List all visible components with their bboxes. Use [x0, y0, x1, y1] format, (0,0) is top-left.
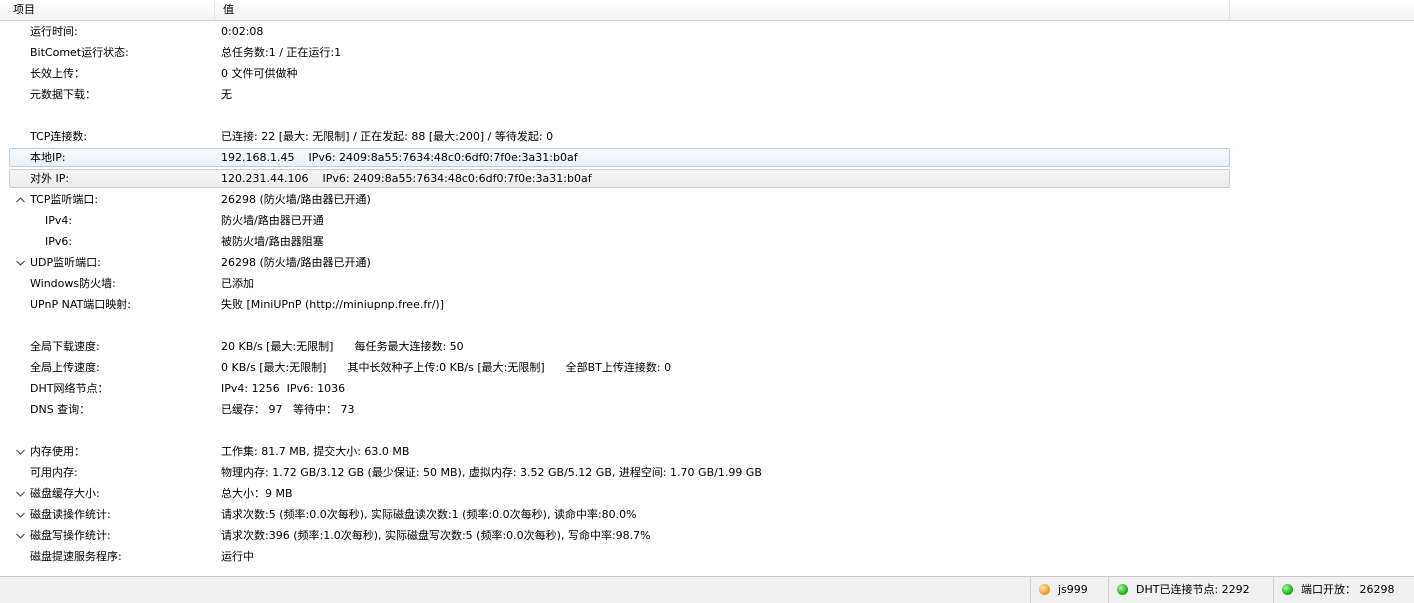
row-key: TCP连接数:	[30, 130, 88, 143]
row-value: 已连接: 22 [最大: 无限制] / 正在发起: 88 [最大:200] / …	[221, 130, 554, 143]
table-row[interactable]: DHT网络节点： IPv4: 1256 IPv6: 1036	[0, 378, 1414, 399]
table-row[interactable]	[0, 105, 1414, 126]
port-status-icon	[1282, 583, 1293, 595]
dht-status-icon	[1117, 583, 1128, 595]
table-row[interactable]: 内存使用： 工作集: 81.7 MB, 提交大小: 63.0 MB	[0, 441, 1414, 462]
row-value: 运行中	[221, 550, 254, 563]
row-key: UPnP NAT端口映射:	[30, 298, 131, 311]
column-header-key[interactable]: 项目	[0, 0, 215, 20]
table-row[interactable]	[0, 420, 1414, 441]
table-row[interactable]: TCP监听端口: 26298 (防火墙/路由器已开通)	[0, 189, 1414, 210]
row-key: 磁盘写操作统计:	[30, 529, 111, 542]
row-highlight	[9, 169, 1230, 188]
table-row[interactable]: 可用内存: 物理内存: 1.72 GB/3.12 GB (最少保证: 50 MB)…	[0, 462, 1414, 483]
row-key: 本地IP:	[30, 151, 66, 164]
table-row[interactable]: 运行时间: 0:02:08	[0, 21, 1414, 42]
table-row[interactable]: IPv4: 防火墙/路由器已开通	[0, 210, 1414, 231]
table-row[interactable]: DNS 查询： 已缓存： 97 等待中： 73	[0, 399, 1414, 420]
status-bar: js999 DHT已连接节点: 2292 端口开放： 26298	[0, 576, 1414, 603]
table-row[interactable]: IPv6: 被防火墙/路由器阻塞	[0, 231, 1414, 252]
row-value: 0:02:08	[221, 25, 264, 38]
row-key: 磁盘提速服务程序:	[30, 550, 122, 563]
row-value: 120.231.44.106 IPv6: 2409:8a55:7634:48c0…	[221, 172, 592, 185]
list-header: 项目 值	[0, 0, 1414, 21]
row-key: IPv4:	[45, 214, 73, 227]
user-status-icon	[1039, 583, 1050, 595]
table-row[interactable]: Windows防火墙: 已添加	[0, 273, 1414, 294]
row-key: DHT网络节点：	[30, 382, 109, 395]
row-key: 长效上传：	[30, 67, 85, 80]
table-row[interactable]: 长效上传： 0 文件可供做种	[0, 63, 1414, 84]
table-row[interactable]: UDP监听端口: 26298 (防火墙/路由器已开通)	[0, 252, 1414, 273]
table-row[interactable]: 磁盘提速服务程序: 运行中	[0, 546, 1414, 567]
column-header-empty	[1230, 0, 1414, 20]
row-value: 总任务数:1 / 正在运行:1	[221, 46, 342, 59]
row-value: 0 KB/s [最大:无限制] 其中长效种子上传:0 KB/s [最大:无限制]…	[221, 361, 672, 374]
expand-chevron-icon[interactable]	[13, 525, 27, 546]
row-value: 已缓存： 97 等待中： 73	[221, 403, 355, 416]
row-value: 已添加	[221, 277, 254, 290]
row-value: 工作集: 81.7 MB, 提交大小: 63.0 MB	[221, 445, 410, 458]
row-value: 请求次数:5 (频率:0.0次每秒), 实际磁盘读次数:1 (频率:0.0次每秒…	[221, 508, 637, 521]
table-row[interactable]	[0, 315, 1414, 336]
row-key: DNS 查询：	[30, 403, 91, 416]
row-key: 磁盘读操作统计:	[30, 508, 111, 521]
column-header-key-label: 项目	[13, 3, 35, 16]
row-key: Windows防火墙:	[30, 277, 116, 290]
row-key: 对外 IP:	[30, 172, 70, 185]
column-header-value[interactable]: 值	[215, 0, 1230, 20]
column-header-value-label: 值	[223, 3, 234, 16]
row-value: 无	[221, 88, 232, 101]
row-value: 总大小：9 MB	[221, 487, 293, 500]
expand-chevron-icon[interactable]	[13, 504, 27, 525]
row-key: 全局上传速度:	[30, 361, 100, 374]
row-value: 失败 [MiniUPnP (http://miniupnp.free.fr/)]	[221, 298, 445, 311]
status-user-label: js999	[1058, 583, 1088, 596]
table-row[interactable]: 磁盘缓存大小: 总大小：9 MB	[0, 483, 1414, 504]
row-value: 26298 (防火墙/路由器已开通)	[221, 256, 371, 269]
row-key: 元数据下载：	[30, 88, 96, 101]
status-port[interactable]: 端口开放： 26298	[1273, 577, 1414, 603]
row-key: BitComet运行状态:	[30, 46, 129, 59]
row-value: 26298 (防火墙/路由器已开通)	[221, 193, 371, 206]
expand-chevron-icon[interactable]	[13, 252, 27, 273]
row-key: UDP监听端口:	[30, 256, 101, 269]
row-value: 20 KB/s [最大:无限制] 每任务最大连接数: 50	[221, 340, 464, 353]
row-value: 防火墙/路由器已开通	[221, 214, 324, 227]
table-row[interactable]: 磁盘写操作统计: 请求次数:396 (频率:1.0次每秒), 实际磁盘写次数:5 …	[0, 525, 1414, 546]
row-key: 运行时间:	[30, 25, 78, 38]
row-value: 被防火墙/路由器阻塞	[221, 235, 324, 248]
table-row[interactable]: 全局上传速度: 0 KB/s [最大:无限制] 其中长效种子上传:0 KB/s […	[0, 357, 1414, 378]
status-dht-label: DHT已连接节点: 2292	[1136, 583, 1250, 596]
row-value: 物理内存: 1.72 GB/3.12 GB (最少保证: 50 MB), 虚拟内…	[221, 466, 762, 479]
row-key: 可用内存:	[30, 466, 78, 479]
table-row[interactable]: 对外 IP: 120.231.44.106 IPv6: 2409:8a55:763…	[0, 168, 1414, 189]
row-key: TCP监听端口:	[30, 193, 99, 206]
expand-chevron-icon[interactable]	[13, 483, 27, 504]
status-dht[interactable]: DHT已连接节点: 2292	[1108, 577, 1273, 603]
table-row[interactable]: UPnP NAT端口映射: 失败 [MiniUPnP (http://miniup…	[0, 294, 1414, 315]
table-row[interactable]: 元数据下载： 无	[0, 84, 1414, 105]
row-highlight	[9, 148, 1230, 167]
expand-chevron-icon[interactable]	[13, 441, 27, 462]
table-row[interactable]: TCP连接数: 已连接: 22 [最大: 无限制] / 正在发起: 88 [最大:…	[0, 126, 1414, 147]
table-row[interactable]: 磁盘读操作统计: 请求次数:5 (频率:0.0次每秒), 实际磁盘读次数:1 (频…	[0, 504, 1414, 525]
table-row[interactable]: BitComet运行状态: 总任务数:1 / 正在运行:1	[0, 42, 1414, 63]
table-row[interactable]: 全局下载速度: 20 KB/s [最大:无限制] 每任务最大连接数: 50	[0, 336, 1414, 357]
row-value: 192.168.1.45 IPv6: 2409:8a55:7634:48c0:6…	[221, 151, 578, 164]
row-key: 全局下载速度:	[30, 340, 100, 353]
collapse-chevron-icon[interactable]	[13, 189, 27, 210]
status-port-label: 端口开放： 26298	[1301, 583, 1395, 596]
row-value: 0 文件可供做种	[221, 67, 298, 80]
row-value: 请求次数:396 (频率:1.0次每秒), 实际磁盘写次数:5 (频率:0.0次…	[221, 529, 651, 542]
row-key: IPv6:	[45, 235, 73, 248]
row-key: 磁盘缓存大小:	[30, 487, 100, 500]
info-list: 运行时间: 0:02:08 BitComet运行状态: 总任务数:1 / 正在运行:1…	[0, 21, 1414, 567]
table-row[interactable]: 本地IP: 192.168.1.45 IPv6: 2409:8a55:7634:4…	[0, 147, 1414, 168]
row-value: IPv4: 1256 IPv6: 1036	[221, 382, 346, 395]
row-key: 内存使用：	[30, 445, 85, 458]
